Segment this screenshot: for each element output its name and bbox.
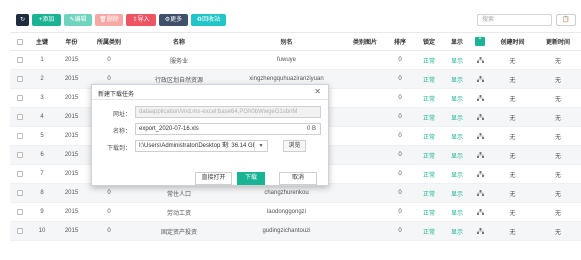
cancel-button[interactable]: 取消 <box>279 172 317 185</box>
name-label: 名称： <box>112 129 131 135</box>
download-dialog: 新建下载任务 ✕ 网址： dataapplication/vnd.ms-exce… <box>91 84 329 186</box>
dialog-title: 新建下载任务 <box>98 92 135 98</box>
file-name-field[interactable]: export_2020-07-16.xls 0 B <box>135 123 321 135</box>
dialog-divider <box>92 99 328 100</box>
url-label: 网址： <box>112 112 131 118</box>
file-size: 0 B <box>306 126 316 132</box>
dialog-overlay: 新建下载任务 ✕ 网址： dataapplication/vnd.ms-exce… <box>0 0 581 260</box>
open-directly-button[interactable]: 直接打开 <box>195 172 232 185</box>
save-directory-field[interactable]: I:\Users\Administrator\Desktop 剩: 36.14 … <box>135 140 268 152</box>
page: ↻ +添加 ✎编辑 🗑删除 ⇪导入 ⚙更多 ♻回收站 搜索 📋 主键 年份 所属… <box>0 0 581 260</box>
dir-label: 下载到： <box>106 146 131 152</box>
file-name-value: export_2020-07-16.xls <box>139 126 199 132</box>
save-directory-value: I:\Users\Administrator\Desktop 剩: 36.14 … <box>139 143 257 149</box>
url-field: dataapplication/vnd.ms-excel;base64,PGh0… <box>135 106 321 118</box>
chevron-down-icon[interactable]: ▼ <box>254 141 267 151</box>
browse-button[interactable]: 浏览 <box>283 140 306 152</box>
download-button[interactable]: 下载 <box>237 172 265 185</box>
close-icon[interactable]: ✕ <box>314 87 321 96</box>
